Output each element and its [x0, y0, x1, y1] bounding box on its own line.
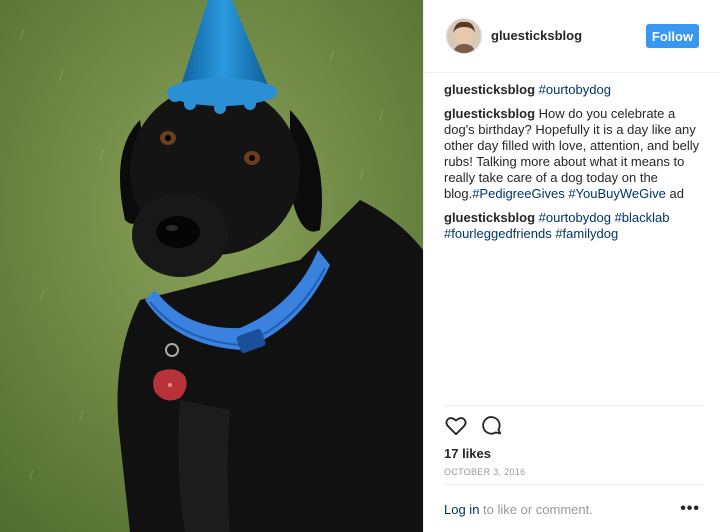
login-prompt: Log in to like or comment.	[444, 502, 593, 517]
instagram-post: gluesticksblog Follow gluesticksblog #ou…	[0, 0, 720, 532]
comment-username[interactable]: gluesticksblog	[444, 82, 535, 97]
comment: gluesticksblog #ourtobydog #blacklab #fo…	[444, 210, 704, 242]
follow-button[interactable]: Follow	[646, 24, 699, 48]
post-username[interactable]: gluesticksblog	[491, 28, 582, 43]
hashtag-link[interactable]: #fourleggedfriends	[444, 226, 552, 241]
post-date[interactable]: OCTOBER 3, 2016	[444, 467, 525, 477]
comment-username[interactable]: gluesticksblog	[444, 106, 535, 121]
comment-icon[interactable]	[480, 414, 504, 438]
comment-text: ad	[665, 186, 684, 201]
action-bar	[444, 414, 504, 440]
post-header: gluesticksblog Follow	[424, 0, 720, 73]
login-prompt-text: to like or comment.	[479, 502, 593, 517]
login-link[interactable]: Log in	[444, 502, 479, 517]
post-details-panel: gluesticksblog Follow gluesticksblog #ou…	[423, 0, 720, 532]
divider	[444, 405, 704, 406]
hashtag-link[interactable]: #PedigreeGives	[472, 186, 565, 201]
post-photo	[0, 0, 423, 532]
like-count[interactable]: 17 likes	[444, 446, 491, 461]
heart-icon[interactable]	[444, 414, 468, 438]
comment-username[interactable]: gluesticksblog	[444, 210, 535, 225]
more-options-icon[interactable]: •••	[680, 500, 700, 518]
avatar[interactable]	[446, 18, 482, 54]
hashtag-link[interactable]: #blacklab	[615, 210, 670, 225]
hashtag-link[interactable]: #ourtobydog	[539, 82, 611, 97]
hashtag-link[interactable]: #YouBuyWeGive	[568, 186, 666, 201]
dog-photo-illustration	[0, 0, 423, 532]
comment: gluesticksblog How do you celebrate a do…	[444, 106, 704, 202]
avatar-image	[447, 19, 481, 53]
hashtag-link[interactable]: #ourtobydog	[539, 210, 611, 225]
hashtag-link[interactable]: #familydog	[555, 226, 618, 241]
comment: gluesticksblog #ourtobydog	[444, 82, 704, 98]
divider	[444, 484, 704, 485]
comment-list: gluesticksblog #ourtobydog gluesticksblog…	[444, 82, 704, 250]
